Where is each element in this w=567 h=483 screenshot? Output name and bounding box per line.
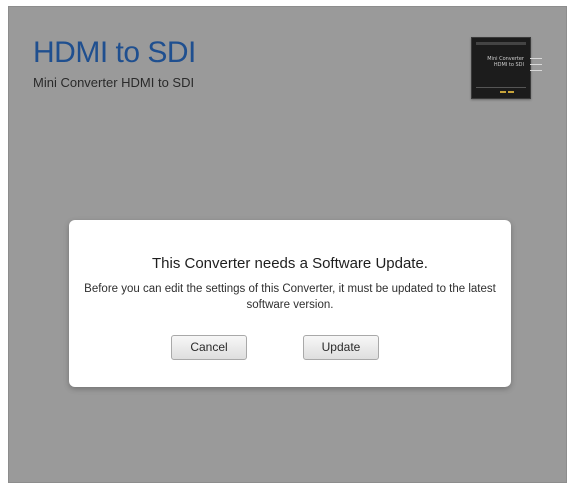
- device-bottom-strip: [476, 87, 526, 88]
- update-button[interactable]: Update: [303, 335, 379, 360]
- device-led: [500, 91, 506, 93]
- cancel-button[interactable]: Cancel: [171, 335, 247, 360]
- page-title: HDMI to SDI: [33, 36, 196, 69]
- device-port-line: [530, 64, 542, 65]
- device-model-label: Mini Converter HDMI to SDI: [33, 75, 195, 90]
- device-port-line: [530, 70, 542, 71]
- device-top-strip: [476, 42, 526, 45]
- dialog-title: This Converter needs a Software Update.: [152, 255, 428, 272]
- device-port-line: [530, 58, 542, 59]
- device-led: [508, 91, 514, 93]
- device-thumbnail-text: Mini Converter HDMI to SDI: [487, 56, 524, 68]
- dialog-message: Before you can edit the settings of this…: [84, 283, 496, 311]
- device-thumbnail-image: Mini Converter HDMI to SDI: [471, 37, 542, 99]
- app-window: HDMI to SDI Mini Converter HDMI to SDI M…: [8, 6, 567, 483]
- device-thumbnail-line2: HDMI to SDI: [493, 62, 524, 68]
- software-update-dialog: This Converter needs a Software Update. …: [69, 220, 511, 387]
